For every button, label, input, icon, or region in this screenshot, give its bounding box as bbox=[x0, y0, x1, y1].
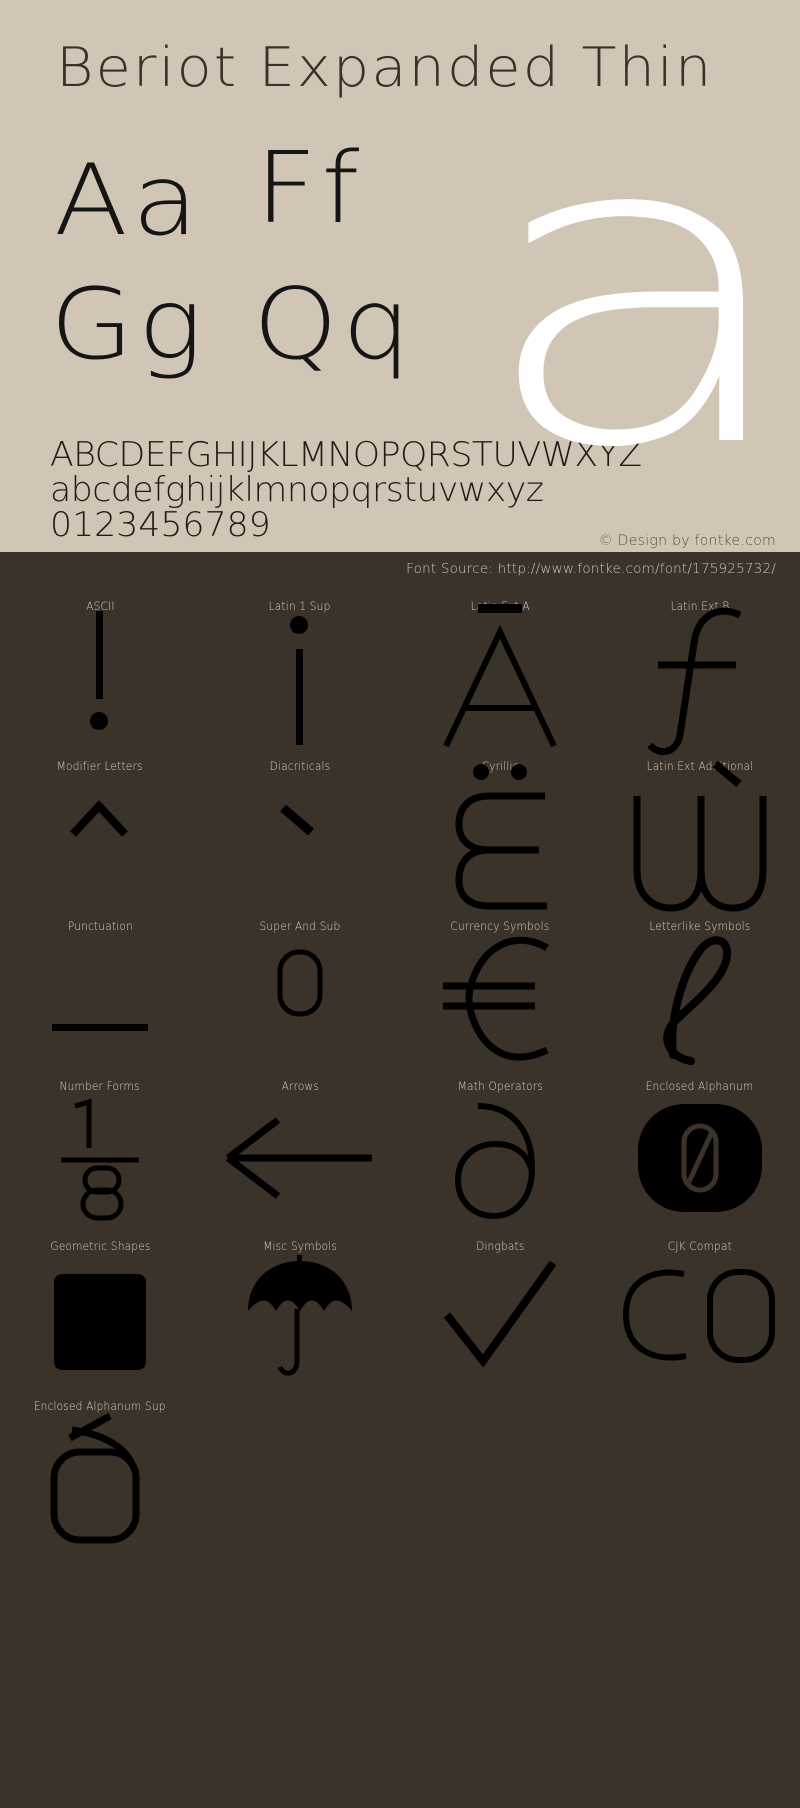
unicode-block-row: Number Forms Arrows Math Operators Enclosed… bbox=[0, 1068, 800, 1228]
unicode-blocks-panel: Font Source: http://www.fontke.com/font/… bbox=[0, 552, 800, 1808]
letter-pair-ff: Ff bbox=[255, 132, 364, 246]
one-eighth-fraction-glyph bbox=[0, 1088, 200, 1228]
unicode-block-row: Geometric Shapes Misc Symbols Dingbats CJK … bbox=[0, 1228, 800, 1388]
specimen-top-panel: Beriot Expanded Thin a Aa Ff Gg Qq ABCDE… bbox=[0, 0, 800, 632]
digits-row: 0123456789 bbox=[50, 505, 271, 545]
unicode-block-cell[interactable]: Diacriticals bbox=[200, 748, 400, 908]
circumflex-modifier-glyph bbox=[0, 768, 200, 908]
unicode-block-cell[interactable]: Misc Symbols bbox=[200, 1228, 400, 1388]
unicode-block-cell[interactable]: Geometric Shapes bbox=[0, 1228, 200, 1388]
unicode-block-cell[interactable]: Math Operators bbox=[400, 1068, 600, 1228]
script-small-l-glyph bbox=[600, 928, 800, 1068]
cjk-square-co-glyph bbox=[600, 1248, 800, 1388]
unicode-block-row: Modifier Letters Diacriticals Cyrillic Lati… bbox=[0, 748, 800, 912]
euro-sign-glyph bbox=[400, 928, 600, 1068]
unicode-block-cell[interactable]: Latin Ext A bbox=[400, 588, 600, 748]
unicode-block-cell[interactable]: Super And Sub bbox=[200, 908, 400, 1068]
exclamation-mark-glyph bbox=[0, 608, 200, 748]
unicode-block-cell[interactable]: Latin Ext Additional bbox=[600, 748, 800, 912]
unicode-block-cell[interactable]: CJK Compat bbox=[600, 1228, 800, 1388]
letter-pair-aa: Aa bbox=[54, 144, 203, 258]
unicode-block-row: Punctuation Super And Sub Currency Symbols… bbox=[0, 908, 800, 1068]
circled-zero-glyph bbox=[600, 1088, 800, 1228]
font-source-link[interactable]: Font Source: http://www.fontke.com/font/… bbox=[406, 561, 776, 577]
em-dash-glyph bbox=[0, 928, 200, 1068]
inverted-exclamation-glyph bbox=[200, 608, 400, 748]
unicode-block-cell[interactable]: Modifier Letters bbox=[0, 748, 200, 908]
unicode-block-cell[interactable]: Punctuation bbox=[0, 908, 200, 1068]
unicode-block-row: ASCIILatin 1 SupLatin Ext ALatin Ext B bbox=[0, 588, 800, 755]
unicode-block-cell[interactable]: Number Forms bbox=[0, 1068, 200, 1228]
check-mark-glyph bbox=[400, 1248, 600, 1388]
unicode-block-cell[interactable]: Enclosed Alphanum bbox=[600, 1068, 800, 1228]
unicode-blocks-grid: ASCIILatin 1 SupLatin Ext ALatin Ext BMo… bbox=[0, 588, 800, 1548]
grave-accent-glyph bbox=[200, 768, 400, 908]
unicode-block-cell[interactable]: Latin 1 Sup bbox=[200, 588, 400, 748]
unicode-block-cell[interactable]: Cyrillic bbox=[400, 748, 600, 910]
unicode-block-cell[interactable]: Latin Ext B bbox=[600, 588, 800, 755]
partial-differential-glyph bbox=[400, 1088, 600, 1228]
unicode-block-cell[interactable]: Currency Symbols bbox=[400, 908, 600, 1068]
black-square-glyph bbox=[0, 1248, 200, 1388]
hero-letter-glyph: a bbox=[475, 42, 800, 542]
unicode-block-cell[interactable]: ASCII bbox=[0, 588, 200, 748]
unicode-block-cell[interactable]: Enclosed Alphanum Sup bbox=[0, 1388, 200, 1548]
unicode-block-row: Enclosed Alphanum Sup bbox=[0, 1388, 800, 1548]
unicode-block-cell[interactable]: Arrows bbox=[200, 1068, 400, 1228]
florin-glyph bbox=[600, 607, 800, 755]
umbrella-glyph bbox=[200, 1248, 400, 1388]
w-grave-glyph bbox=[600, 760, 800, 912]
lowercase-alphabet-row: abcdefghijklmnopqrstuvwxyz bbox=[50, 470, 544, 510]
cyrillic-yo-glyph bbox=[400, 764, 600, 910]
enclosed-alphanum-sup-glyph bbox=[0, 1408, 200, 1548]
superscript-zero-glyph bbox=[200, 928, 400, 1068]
a-macron-glyph bbox=[400, 604, 600, 748]
unicode-block-cell[interactable]: Dingbats bbox=[400, 1228, 600, 1388]
letter-pair-qq: Qq bbox=[253, 268, 416, 382]
letter-pair-gg: Gg bbox=[50, 268, 208, 382]
unicode-block-cell[interactable]: Letterlike Symbols bbox=[600, 908, 800, 1068]
left-arrow-glyph bbox=[200, 1088, 400, 1228]
